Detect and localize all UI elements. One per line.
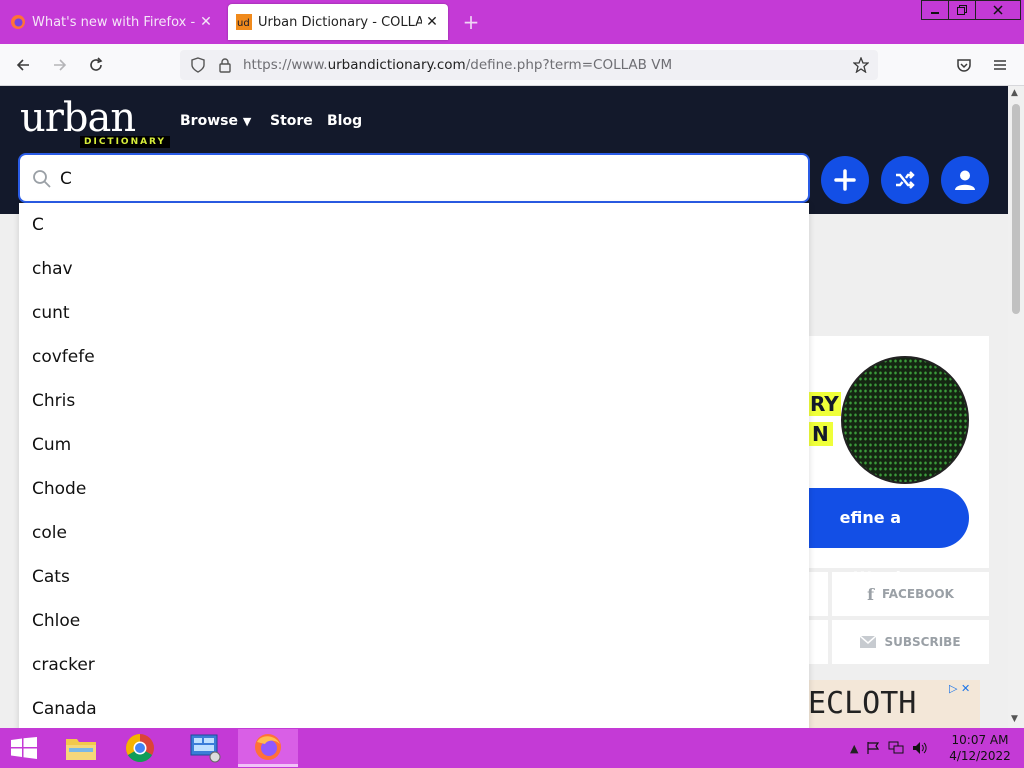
suggestion-item[interactable]: Chloe <box>19 599 809 643</box>
url-domain: urbandictionary.com <box>327 57 466 73</box>
firefox-icon <box>11 15 25 29</box>
scrollbar-thumb[interactable] <box>1012 104 1020 314</box>
shuffle-icon <box>896 171 915 189</box>
tab-strip: What's new with Firefox - More ✕ ud Urba… <box>0 0 1024 44</box>
suggestion-item[interactable]: cole <box>19 511 809 555</box>
flag-icon[interactable] <box>866 741 880 755</box>
search-icon <box>33 170 51 188</box>
ad-choices-icon[interactable]: ▷ ✕ <box>949 682 970 695</box>
urban-dictionary-logo[interactable]: urban DICTIONARY <box>20 95 171 148</box>
clock-date: 4/12/2022 <box>949 749 1011 763</box>
taskbar-clock[interactable]: 10:07 AM 4/12/2022 <box>948 732 1012 764</box>
matrix-avatar-image <box>841 356 969 484</box>
logo-subtitle: DICTIONARY <box>80 136 171 148</box>
system-tray: ▲ <box>850 728 928 768</box>
suggestion-item[interactable]: Cats <box>19 555 809 599</box>
search-query: C <box>60 169 72 189</box>
define-a-word-button[interactable]: efine a Word <box>800 488 969 587</box>
add-definition-button[interactable] <box>821 156 869 204</box>
pocket-icon[interactable] <box>951 52 977 78</box>
close-tab-icon[interactable]: ✕ <box>196 14 216 30</box>
firefox-taskbar-button[interactable] <box>238 729 298 767</box>
lock-icon[interactable] <box>218 57 232 73</box>
search-input[interactable]: C <box>18 153 810 203</box>
suggestion-item[interactable]: Cum <box>19 423 809 467</box>
scroll-down-icon[interactable]: ▼ <box>1011 714 1018 724</box>
promo-highlight-line2: N <box>808 422 833 446</box>
menu-hamburger-icon[interactable] <box>987 52 1013 78</box>
browse-menu[interactable]: Browse ▼ <box>180 113 251 129</box>
chrome-button[interactable] <box>116 729 164 767</box>
address-bar[interactable]: https://www.urbandictionary.com/define.p… <box>180 50 878 80</box>
subscribe-label: SUBSCRIBE <box>884 635 961 649</box>
back-icon[interactable] <box>10 52 36 78</box>
mail-icon <box>860 636 877 648</box>
store-link[interactable]: Store <box>270 113 313 129</box>
urban-dictionary-favicon: ud <box>236 14 252 30</box>
clock-time: 10:07 AM <box>951 733 1009 747</box>
suggestion-item[interactable]: chav <box>19 247 809 291</box>
suggestion-item[interactable]: cracker <box>19 643 809 687</box>
shield-icon[interactable] <box>190 57 206 73</box>
forward-icon[interactable] <box>47 52 73 78</box>
firefox-icon <box>255 733 281 760</box>
suggestion-item[interactable]: Chris <box>19 379 809 423</box>
search-suggestions-dropdown: Cchav cunt covfefe Chris Cum Chode cole Cats Chl… <box>19 203 809 728</box>
chrome-icon <box>126 734 154 762</box>
close-tab-icon[interactable]: ✕ <box>422 14 442 30</box>
close-window-icon[interactable] <box>975 0 1021 20</box>
social-button-left-2[interactable] <box>808 620 828 664</box>
facebook-icon: f <box>867 584 874 604</box>
url-text[interactable]: https://www.urbandictionary.com/define.p… <box>243 57 672 73</box>
caret-down-icon: ▼ <box>242 115 252 128</box>
user-icon <box>955 170 975 190</box>
tab-title: What's new with Firefox - More <box>32 14 196 30</box>
svg-text:ud: ud <box>237 18 250 29</box>
show-hidden-icons-icon[interactable]: ▲ <box>850 742 858 755</box>
suggestion-item[interactable]: cunt <box>19 291 809 335</box>
restore-icon[interactable] <box>948 0 976 20</box>
random-word-button[interactable] <box>881 156 929 204</box>
scroll-up-icon[interactable]: ▲ <box>1011 88 1018 98</box>
url-prefix: https://www. <box>243 57 328 73</box>
minimize-icon[interactable] <box>921 0 949 20</box>
facebook-label: FACEBOOK <box>881 587 954 601</box>
new-tab-button[interactable]: + <box>460 8 482 36</box>
control-panel-icon <box>190 734 221 763</box>
file-explorer-button[interactable] <box>58 729 104 767</box>
site-header: urban DICTIONARY Browse ▼ Store Blog C <box>0 86 1008 214</box>
network-icon[interactable] <box>888 741 904 755</box>
navigation-toolbar: https://www.urbandictionary.com/define.p… <box>0 44 1024 86</box>
tab-urban-dictionary[interactable]: ud Urban Dictionary - COLLAB VM ✕ <box>228 4 448 40</box>
windows-taskbar: ▲ 10:07 AM 4/12/2022 <box>0 728 1024 768</box>
user-account-button[interactable] <box>941 156 989 204</box>
social-button-left[interactable] <box>808 572 828 616</box>
page-scrollbar[interactable]: ▲ ▼ <box>1008 86 1024 728</box>
suggestion-item[interactable]: Chode <box>19 467 809 511</box>
facebook-button[interactable]: f FACEBOOK <box>832 572 989 616</box>
page-viewport: RY N efine a Word f FACEBOOK SUBSCRIBE E… <box>0 86 1008 728</box>
reload-icon[interactable] <box>83 52 109 78</box>
tab-firefox-whats-new[interactable]: What's new with Firefox - More ✕ <box>0 4 222 40</box>
volume-icon[interactable] <box>912 741 928 755</box>
plus-icon <box>834 169 856 191</box>
tab-title: Urban Dictionary - COLLAB VM <box>258 14 422 30</box>
suggestion-item[interactable]: C <box>19 203 809 247</box>
logo-word: urban <box>20 95 136 141</box>
control-panel-button[interactable] <box>174 729 236 767</box>
suggestion-item[interactable]: Canada <box>19 687 809 728</box>
blog-link[interactable]: Blog <box>327 113 362 129</box>
start-button[interactable] <box>0 729 48 767</box>
browse-label: Browse <box>180 113 238 129</box>
url-path: /define.php?term=COLLAB VM <box>465 57 673 73</box>
bookmark-star-icon[interactable] <box>853 57 869 73</box>
subscribe-button[interactable]: SUBSCRIBE <box>832 620 989 664</box>
windows-logo-icon <box>11 737 37 759</box>
folder-icon <box>66 739 96 760</box>
suggestion-item[interactable]: covfefe <box>19 335 809 379</box>
promo-highlight-line1: RY <box>808 392 841 416</box>
